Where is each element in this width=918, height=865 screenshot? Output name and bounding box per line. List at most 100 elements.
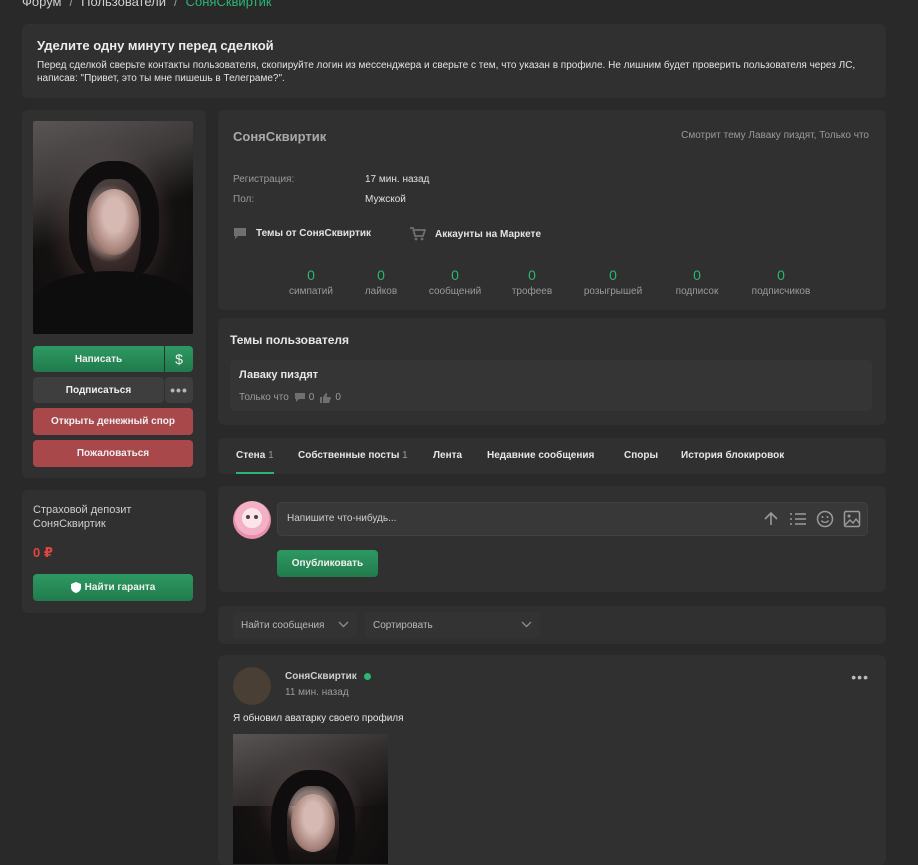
more-dots-icon: •••: [851, 669, 869, 685]
user-topics-link[interactable]: Темы от СоняСквиртик: [233, 227, 371, 240]
tab-wall[interactable]: Стена 1: [236, 438, 274, 474]
current-user-avatar[interactable]: [233, 501, 271, 539]
find-guarantor-label: Найти гаранта: [84, 582, 156, 593]
deposit-label: Страховой депозит СоняСквиртик: [33, 504, 132, 530]
thumbs-up-icon: [320, 392, 332, 403]
stat-giveaways[interactable]: 0 розыгрышей: [573, 267, 653, 297]
stat-followers[interactable]: 0 подписчиков: [741, 267, 821, 297]
topic-replies-count: 0: [308, 392, 315, 403]
breadcrumb-current: СоняСквиртик: [185, 0, 272, 9]
sort-select[interactable]: Сортировать: [365, 612, 540, 638]
tab-ban-history[interactable]: История блокировок: [681, 438, 784, 474]
breadcrumb: Форум / Пользователи / СоняСквиртик: [22, 0, 272, 9]
stat-trophies[interactable]: 0 трофеев: [492, 267, 572, 297]
profile-sidebar: Написать $ Подписаться ••• Открыть денеж…: [22, 110, 206, 478]
post-image[interactable]: [233, 734, 388, 864]
user-topics-card: Темы пользователя Лаваку пиздят Только ч…: [218, 318, 886, 425]
stat-subscriptions[interactable]: 0 подписок: [657, 267, 737, 297]
profile-status[interactable]: Смотрит тему Лаваку пиздят, Только что: [681, 130, 869, 141]
profile-avatar[interactable]: [33, 121, 193, 334]
post-author-name: СоняСквиртик: [285, 671, 357, 682]
online-indicator: [363, 673, 371, 680]
stat-value: 0: [693, 267, 701, 283]
stat-label: подписчиков: [751, 286, 811, 297]
publish-button[interactable]: Опубликовать: [277, 550, 378, 577]
breadcrumb-separator: /: [173, 0, 178, 9]
market-accounts-link[interactable]: Аккаунты на Маркете: [410, 227, 541, 241]
smile-icon[interactable]: [816, 510, 834, 528]
more-dots-icon: •••: [170, 382, 188, 398]
write-message-button[interactable]: Написать: [33, 346, 164, 372]
open-dispute-button[interactable]: Открыть денежный спор: [33, 408, 193, 435]
wall-post: СоняСквиртик 11 мин. назад ••• Я обновил…: [218, 655, 886, 865]
more-options-button[interactable]: •••: [165, 377, 193, 403]
stat-label: симпатий: [289, 286, 333, 297]
registration-label: Регистрация:: [233, 174, 295, 185]
stat-value: 0: [528, 267, 536, 283]
stat-value: 0: [377, 267, 385, 283]
search-messages-select[interactable]: Найти сообщения: [233, 612, 357, 638]
topic-item[interactable]: Лаваку пиздят Только что 0 0: [230, 360, 872, 411]
chat-bubble-icon: [234, 228, 246, 239]
profile-info-card: СоняСквиртик Смотрит тему Лаваку пиздят,…: [218, 110, 886, 310]
sort-label: Сортировать: [373, 619, 433, 631]
comment-icon: [294, 393, 305, 402]
dollar-icon: $: [175, 351, 183, 367]
stat-value: 0: [777, 267, 785, 283]
stat-value: 0: [307, 267, 315, 283]
stat-value: 0: [451, 267, 459, 283]
insurance-deposit-card: Страховой депозит СоняСквиртик 0 ₽ Найти…: [22, 490, 206, 613]
stat-label: подписок: [675, 286, 719, 297]
topic-title[interactable]: Лаваку пиздят: [239, 369, 318, 381]
wall-composer: Напишите что-нибудь... Опубликовать: [218, 486, 886, 592]
list-icon[interactable]: [789, 510, 807, 528]
stat-messages[interactable]: 0 сообщений: [415, 267, 495, 297]
topic-time: Только что: [239, 392, 289, 403]
money-transfer-button[interactable]: $: [165, 346, 193, 372]
stat-label: сообщений: [428, 286, 482, 297]
stat-value: 0: [609, 267, 617, 283]
tab-own-posts[interactable]: Собственные посты 1: [298, 438, 408, 474]
wall-post-input[interactable]: Напишите что-нибудь...: [277, 502, 868, 536]
chevron-down-icon: [521, 621, 532, 628]
notice-title: Уделите одну минуту перед сделкой: [37, 38, 274, 53]
deal-notice: Уделите одну минуту перед сделкой Перед …: [22, 24, 886, 98]
chevron-down-icon: [338, 621, 349, 628]
market-accounts-label: Аккаунты на Маркете: [435, 228, 542, 240]
follow-button[interactable]: Подписаться: [33, 377, 164, 403]
tab-recent-messages[interactable]: Недавние сообщения: [487, 438, 594, 474]
gender-label: Пол:: [233, 194, 255, 205]
stat-likes[interactable]: 0 лайков: [341, 267, 421, 297]
search-messages-label: Найти сообщения: [241, 619, 325, 631]
wall-post-placeholder: Напишите что-нибудь...: [287, 513, 397, 524]
tab-count: 1: [402, 450, 408, 461]
profile-tabs: Стена 1 Собственные посты 1 Лента Недавн…: [218, 438, 886, 474]
tab-label: Стена: [236, 450, 266, 461]
gender-value: Мужской: [365, 194, 406, 205]
breadcrumb-forum[interactable]: Форум: [22, 0, 62, 9]
shield-icon: [70, 582, 81, 593]
composer-toolbar: [762, 510, 861, 528]
breadcrumb-users[interactable]: Пользователи: [81, 0, 166, 9]
image-icon[interactable]: [843, 510, 861, 528]
topic-meta: Только что 0 0: [239, 392, 341, 403]
find-guarantor-button[interactable]: Найти гаранта: [33, 574, 193, 601]
cart-icon: [410, 227, 426, 241]
post-menu-button[interactable]: •••: [851, 669, 869, 685]
post-text: Я обновил аватарку своего профиля: [233, 713, 404, 724]
user-topics-label: Темы от СоняСквиртик: [256, 228, 372, 239]
stat-sympathies[interactable]: 0 симпатий: [271, 267, 351, 297]
report-button[interactable]: Пожаловаться: [33, 440, 193, 467]
tab-feed[interactable]: Лента: [433, 438, 462, 474]
tab-label: Собственные посты: [298, 450, 400, 461]
arrow-up-icon[interactable]: [762, 510, 780, 528]
post-time[interactable]: 11 мин. назад: [285, 687, 349, 698]
deposit-amount: 0 ₽: [33, 545, 53, 560]
registration-value: 17 мин. назад: [365, 174, 430, 185]
breadcrumb-separator: /: [69, 0, 74, 9]
wall-filters: Найти сообщения Сортировать: [218, 606, 886, 644]
tab-count: 1: [268, 450, 274, 461]
post-author[interactable]: СоняСквиртик: [285, 671, 371, 682]
tab-disputes[interactable]: Споры: [624, 438, 658, 474]
post-author-avatar[interactable]: [233, 667, 271, 705]
